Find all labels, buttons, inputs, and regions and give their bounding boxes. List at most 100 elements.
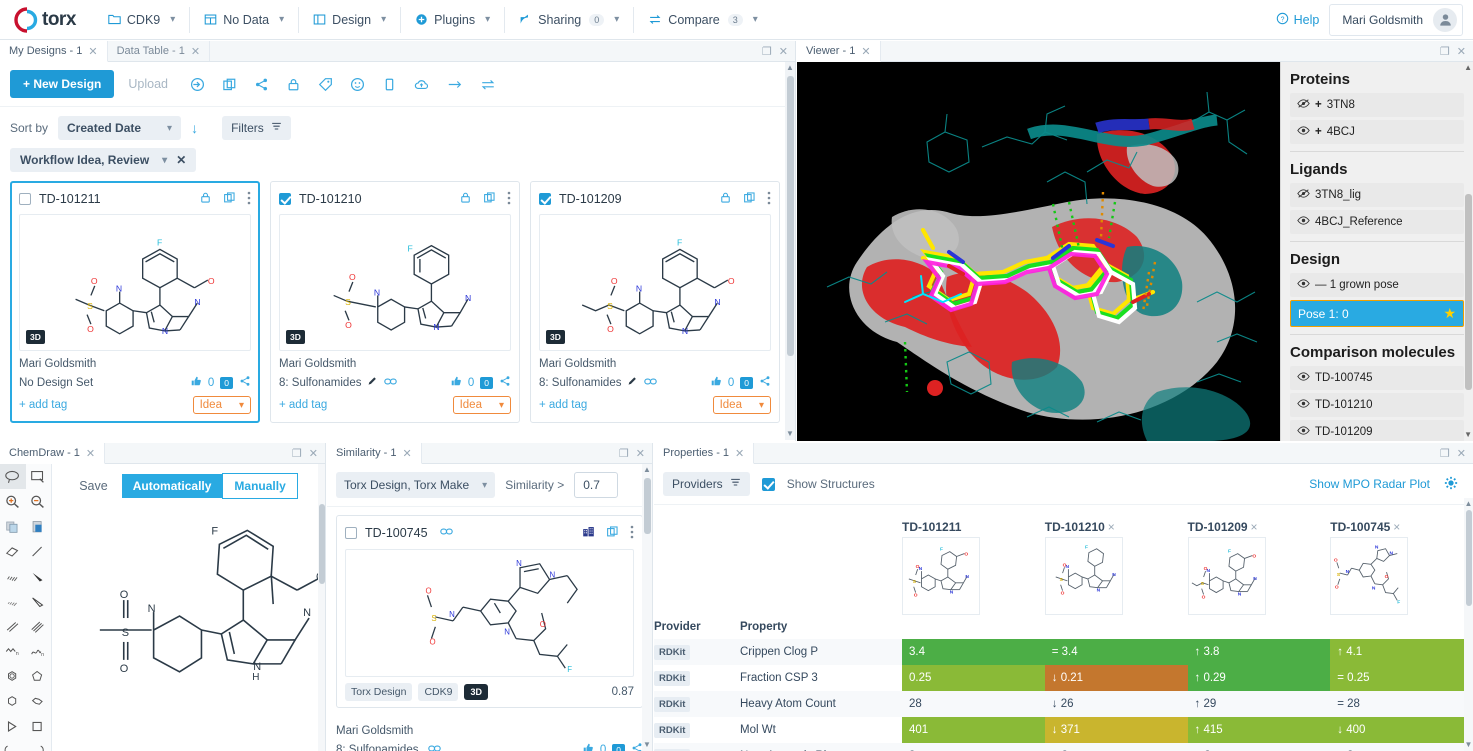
paste-icon[interactable] [26,514,52,539]
wedge-bond-icon[interactable] [26,564,52,589]
table-row[interactable]: RDKit Mol Wt 401 ↓ 371 ↑ 415 ↓ 400 [654,717,1473,743]
hashed-wedge-bond-icon[interactable] [0,589,26,614]
tab-my-designs[interactable]: My Designs - 1 ✕ [0,41,108,62]
eye-icon[interactable] [1297,398,1310,412]
design-card-checkbox[interactable] [279,193,291,205]
molecule-thumbnail[interactable]: F N N N S O O [1044,537,1123,615]
comment-count[interactable]: 0 [612,743,625,751]
maximize-icon[interactable]: ❐ [1440,45,1450,58]
protein-item-3tn8[interactable]: + 3TN8 [1290,93,1464,117]
similarity-threshold-input[interactable] [574,472,619,498]
triangle-icon[interactable] [0,714,26,739]
scroll-down-icon[interactable]: ▼ [785,430,795,438]
3d-molecule-canvas[interactable] [797,62,1280,441]
help-button[interactable]: ? Help [1276,12,1319,28]
workflow-filter-chip[interactable]: Workflow Idea, Review ▾ ✕ [10,148,197,172]
more-options-icon[interactable] [507,191,511,208]
eraser-icon[interactable] [0,539,26,564]
square-icon[interactable] [26,714,52,739]
tab-viewer[interactable]: Viewer - 1 ✕ [797,41,881,62]
zoom-out-icon[interactable] [26,489,52,514]
viewer-sidebar-scrollbar-thumb[interactable] [1465,194,1472,390]
plus-icon[interactable]: + [1315,99,1322,111]
eye-icon[interactable] [1297,278,1310,292]
tab-data-table[interactable]: Data Table - 1 ✕ [107,41,211,61]
copy-icon[interactable] [0,514,26,539]
copy-icon[interactable] [483,191,496,207]
remove-molecule-icon[interactable]: × [1108,520,1115,534]
squiggle-chain-icon[interactable]: n [26,639,52,664]
new-design-button[interactable]: + New Design [10,70,115,98]
hash-bond-icon[interactable] [0,564,26,589]
copy-icon[interactable] [606,525,619,541]
close-icon[interactable]: ✕ [636,447,645,460]
close-icon[interactable]: ✕ [1457,447,1466,460]
comparison-item-td-100745[interactable]: TD-100745 [1290,366,1464,390]
move-to-icon[interactable] [190,77,205,92]
design-card[interactable]: TD-101210 F N N N S O O 3D Mari Goldsmit… [270,181,520,423]
close-icon[interactable]: ✕ [86,447,95,460]
menu-plugins[interactable]: Plugins ▾ [400,6,504,33]
comparison-item-td-101210[interactable]: TD-101210 [1290,393,1464,417]
tab-similarity[interactable]: Similarity - 1 ✕ [327,443,422,464]
scroll-up-icon[interactable]: ▲ [1464,500,1473,508]
table-row[interactable]: RDKit Num Aromatic Rings 3 = 3 = 3 = 3 [654,743,1473,751]
maximize-icon[interactable]: ❐ [619,447,629,460]
thumbs-up-icon[interactable] [450,375,462,390]
status-badge[interactable]: Idea ▾ [192,396,251,414]
save-manually-button[interactable]: Manually [222,473,298,499]
designs-scrollbar[interactable]: ▲ ▼ [785,62,795,440]
molecule-thumbnail[interactable]: F O N N N S O O [902,537,980,615]
comment-count[interactable]: 0 [740,376,753,389]
lock-icon[interactable] [459,191,472,207]
add-tag-button[interactable]: + add tag [539,399,587,411]
eye-icon[interactable] [1297,215,1310,229]
eye-icon[interactable] [1297,425,1310,439]
project-chip[interactable]: CDK9 [418,683,459,701]
share-icon[interactable] [759,375,771,390]
status-badge[interactable]: Idea ▾ [712,396,771,414]
save-automatically-button[interactable]: Automatically [121,474,223,498]
ligand-item-4bcj-reference[interactable]: 4BCJ_Reference [1290,210,1464,234]
show-mpo-radar-plot-link[interactable]: Show MPO Radar Plot [1309,477,1430,491]
molecule-thumbnail[interactable]: F O N N N S O O [1187,537,1266,615]
upload-button[interactable]: Upload [114,77,182,91]
design-card-checkbox[interactable] [539,193,551,205]
thumbs-up-icon[interactable] [582,742,594,751]
gear-icon[interactable] [1444,476,1458,493]
tab-chemdraw[interactable]: ChemDraw - 1 ✕ [0,443,106,464]
menu-compare[interactable]: Compare 3 ▾ [633,6,771,33]
scroll-down-icon[interactable]: ▼ [1464,431,1472,439]
properties-scrollbar[interactable]: ▲ ▼ [1464,498,1473,751]
share-icon[interactable] [499,375,511,390]
close-icon[interactable]: ✕ [1457,45,1466,58]
ligand-item-3tn8-lig[interactable]: 3TN8_lig [1290,183,1464,207]
plus-icon[interactable]: + [1315,126,1322,138]
sort-direction-toggle[interactable]: ↓ [191,120,198,136]
maximize-icon[interactable]: ❐ [1440,447,1450,460]
scroll-down-icon[interactable]: ▼ [1464,741,1473,749]
properties-scrollbar-thumb[interactable] [1466,510,1472,606]
eye-icon[interactable] [1297,125,1310,139]
user-menu[interactable]: Mari Goldsmith [1329,3,1463,36]
status-badge[interactable]: Idea ▾ [452,396,511,414]
partial-circle-icon[interactable] [26,739,52,751]
eye-hidden-icon[interactable] [1297,98,1310,112]
designs-scrollbar-thumb[interactable] [787,76,794,356]
molecule-structure[interactable]: F N N N S O O 3D [279,214,511,351]
table-row[interactable]: RDKit Heavy Atom Count 28 ↓ 26 ↑ 29 = 28 [654,691,1473,717]
similarity-source-select[interactable]: Torx Design, Torx Make ▾ [336,472,496,498]
remove-molecule-icon[interactable]: × [1393,520,1400,534]
similarity-card[interactable]: TD-100745 N N N O N S O O F Torx Design … [336,515,643,708]
remove-molecule-icon[interactable]: × [1251,520,1258,534]
emoji-icon[interactable] [350,77,365,92]
design-grown-pose-item[interactable]: — 1 grown pose [1290,273,1464,297]
chemdraw-scrollbar[interactable] [318,464,325,751]
comment-count[interactable]: 0 [220,376,233,389]
close-icon[interactable]: ✕ [309,447,318,460]
close-icon[interactable]: ✕ [779,45,788,58]
close-icon[interactable]: ✕ [861,45,870,58]
aromatic-hexagon-icon[interactable] [0,664,26,689]
comparison-item-td-101209[interactable]: TD-101209 [1290,420,1464,441]
add-tag-button[interactable]: + add tag [279,399,327,411]
